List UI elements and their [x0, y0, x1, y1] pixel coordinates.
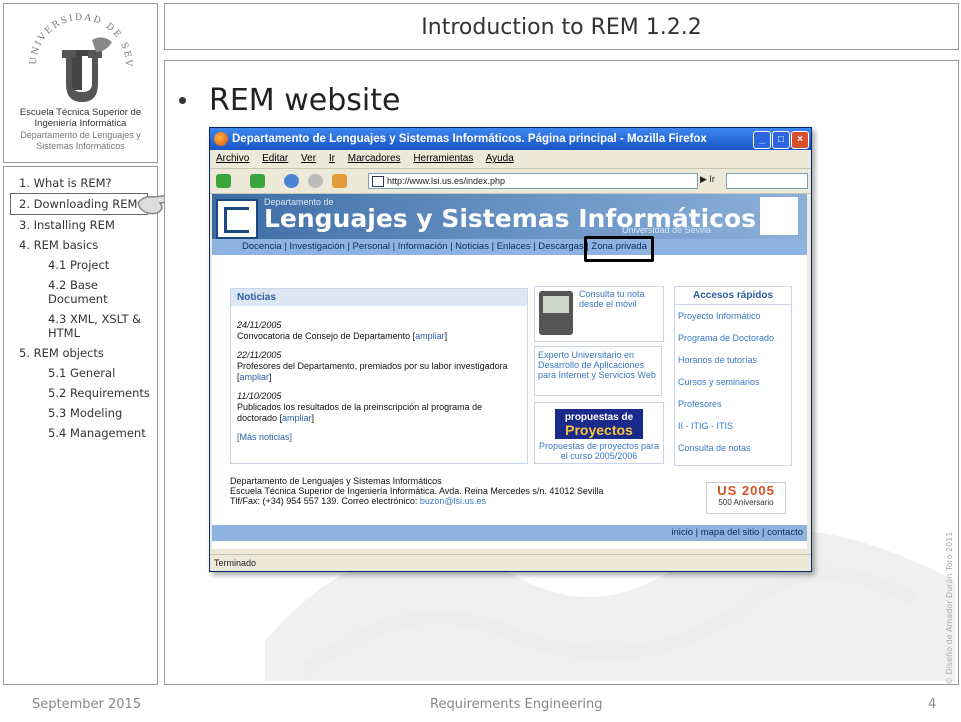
forward-icon[interactable]	[250, 174, 265, 188]
go-button[interactable]: ▶ Ir	[700, 174, 715, 185]
site-footer: Departamento de Lenguajes y Sistemas Inf…	[230, 476, 603, 506]
close-button[interactable]: ×	[791, 131, 809, 149]
news-link[interactable]: ampliar	[282, 413, 312, 423]
mobile-grades-text: Consulta tu nota desde el móvil	[579, 289, 645, 309]
more-news-link[interactable]: [Más noticias]	[237, 432, 521, 443]
back-icon[interactable]	[216, 174, 231, 188]
maximize-button[interactable]: □	[772, 131, 790, 149]
site-bottom-links[interactable]: inicio | mapa del sitio | contacto	[212, 525, 807, 541]
footer-line: Tlf/Fax: (+34) 954 557 139. Correo elect…	[230, 496, 487, 506]
news-item: Convocatoria de Consejo de Departamento …	[237, 331, 448, 341]
quick-link[interactable]: II - ITIG - ITIS	[675, 415, 791, 437]
expert-course-panel[interactable]: Experto Universitario en Desarrollo de A…	[534, 346, 662, 396]
university-seal-icon: UNIVERSIDAD DE SEVILLA	[26, 10, 131, 102]
browser-menu-bar: Archivo Editar Ver Ir Marcadores Herrami…	[210, 150, 811, 169]
nav-item-requirements[interactable]: 5.2 Requirements	[4, 383, 157, 403]
footer-email-link[interactable]: buzon@lsi.us.es	[420, 496, 486, 506]
menu-editar[interactable]: Editar	[262, 153, 288, 164]
home-icon[interactable]	[332, 174, 347, 188]
university-logo-panel: UNIVERSIDAD DE SEVILLA Escuela Técnica S…	[3, 3, 158, 163]
page-number: 4	[928, 697, 937, 712]
footer-line: Departamento de Lenguajes y Sistemas Inf…	[230, 476, 442, 486]
footer-date: September 2015	[32, 697, 142, 712]
nav-item-xml-xslt-html[interactable]: 4.3 XML, XSLT & HTML	[4, 309, 157, 343]
design-credit: © Diseño de Amador Durán Toro 2011	[945, 531, 954, 685]
bullet-text: REM website	[209, 83, 401, 118]
descargas-highlight	[584, 236, 654, 262]
footer-line: Escuela Técnica Superior de Ingeniería I…	[230, 486, 604, 496]
quick-access-panel: Accesos rápidos Proyecto Informático Pro…	[674, 286, 792, 466]
us-500-logo: US 2005 500 Aniversario	[706, 482, 786, 514]
news-item: Publicados los resultados de la preinscr…	[237, 402, 483, 423]
browser-title-bar: Departamento de Lenguajes y Sistemas Inf…	[210, 128, 811, 150]
firefox-icon	[214, 132, 228, 146]
quick-link[interactable]: Profesores	[675, 393, 791, 415]
quick-link[interactable]: Consulta de notas	[675, 437, 791, 459]
quick-link[interactable]: Proyecto Informático	[675, 305, 791, 327]
nav-item-what-is-rem[interactable]: 1. What is REM?	[4, 173, 157, 193]
news-date: 11/10/2005	[237, 391, 282, 401]
nav-item-installing-rem[interactable]: 3. Installing REM	[4, 215, 157, 235]
quick-link[interactable]: Horarios de tutorías	[675, 349, 791, 371]
browser-window: Departamento de Lenguajes y Sistemas Inf…	[209, 127, 812, 572]
menu-ver[interactable]: Ver	[301, 153, 316, 164]
news-link[interactable]: ampliar	[240, 372, 270, 382]
menu-archivo[interactable]: Archivo	[216, 153, 249, 164]
nav-item-rem-objects[interactable]: 5. REM objects	[4, 343, 157, 363]
site-seal-icon	[760, 197, 798, 235]
mobile-phone-icon	[539, 291, 573, 335]
projects-caption: Propuestas de proyectos para el curso 20…	[538, 441, 660, 461]
nav-item-modeling[interactable]: 5.3 Modeling	[4, 403, 157, 423]
nav-item-rem-basics[interactable]: 4. REM basics	[4, 235, 157, 255]
stop-icon[interactable]	[308, 174, 323, 188]
web-page: Departamento de Lenguajes y Sistemas Inf…	[212, 194, 807, 549]
menu-ayuda[interactable]: Ayuda	[486, 153, 514, 164]
quick-access-heading: Accesos rápidos	[675, 287, 791, 305]
nav-item-general[interactable]: 5.1 General	[4, 363, 157, 383]
search-box[interactable]	[726, 173, 808, 189]
projects-banner: propuestas de Proyectos	[555, 409, 643, 439]
minimize-button[interactable]: _	[753, 131, 771, 149]
site-header: Departamento de Lenguajes y Sistemas Inf…	[212, 194, 807, 239]
bullet-dot	[179, 97, 186, 104]
footer-course: Requirements Engineering	[430, 697, 603, 712]
department-name: Departamento de Lenguajes y Sistemas Inf…	[20, 130, 141, 151]
address-bar[interactable]: http://www.lsi.us.es/index.php	[368, 173, 698, 189]
quick-link[interactable]: Programa de Doctorado	[675, 327, 791, 349]
lsi-logo-icon	[216, 199, 258, 239]
slide-title-bar: Introduction to REM 1.2.2	[164, 3, 959, 50]
nav-item-project[interactable]: 4.1 Project	[4, 255, 157, 275]
projects-panel[interactable]: propuestas de Proyectos Propuestas de pro…	[534, 402, 664, 464]
reload-icon[interactable]	[284, 174, 299, 188]
slide-navigation: 1. What is REM? 2. Downloading REM 3. In…	[3, 166, 175, 685]
go-label: Ir	[709, 174, 715, 184]
site-nav: Docencia | Investigación | Personal | In…	[212, 236, 807, 262]
site-university: Universidad de Sevilla	[622, 225, 712, 235]
slide-title: Introduction to REM 1.2.2	[421, 15, 702, 40]
news-panel: Noticias 24/11/2005 Convocatoria de Cons…	[230, 288, 528, 464]
nav-item-downloading-rem[interactable]: 2. Downloading REM	[10, 193, 148, 215]
news-date: 24/11/2005	[237, 320, 282, 330]
news-item: Profesores del Departamento, premiados p…	[237, 361, 508, 382]
quick-link[interactable]: Cursos y seminarios	[675, 371, 791, 393]
menu-marcadores[interactable]: Marcadores	[348, 153, 401, 164]
browser-status-bar: Terminado	[210, 554, 811, 571]
menu-herramientas[interactable]: Herramientas	[413, 153, 473, 164]
nav-item-management[interactable]: 5.4 Management	[4, 423, 157, 443]
news-heading: Noticias	[231, 289, 527, 306]
browser-toolbar: http://www.lsi.us.es/index.php ▶ Ir	[210, 169, 811, 194]
mobile-grades-panel[interactable]: Consulta tu nota desde el móvil	[534, 286, 664, 342]
browser-title: Departamento de Lenguajes y Sistemas Inf…	[232, 133, 707, 145]
news-link[interactable]: ampliar	[415, 331, 445, 341]
school-name: Escuela Técnica Superior de Ingeniería I…	[19, 107, 142, 129]
nav-item-base-document[interactable]: 4.2 Base Document	[4, 275, 157, 309]
news-date: 22/11/2005	[237, 350, 282, 360]
menu-ir[interactable]: Ir	[329, 153, 335, 164]
